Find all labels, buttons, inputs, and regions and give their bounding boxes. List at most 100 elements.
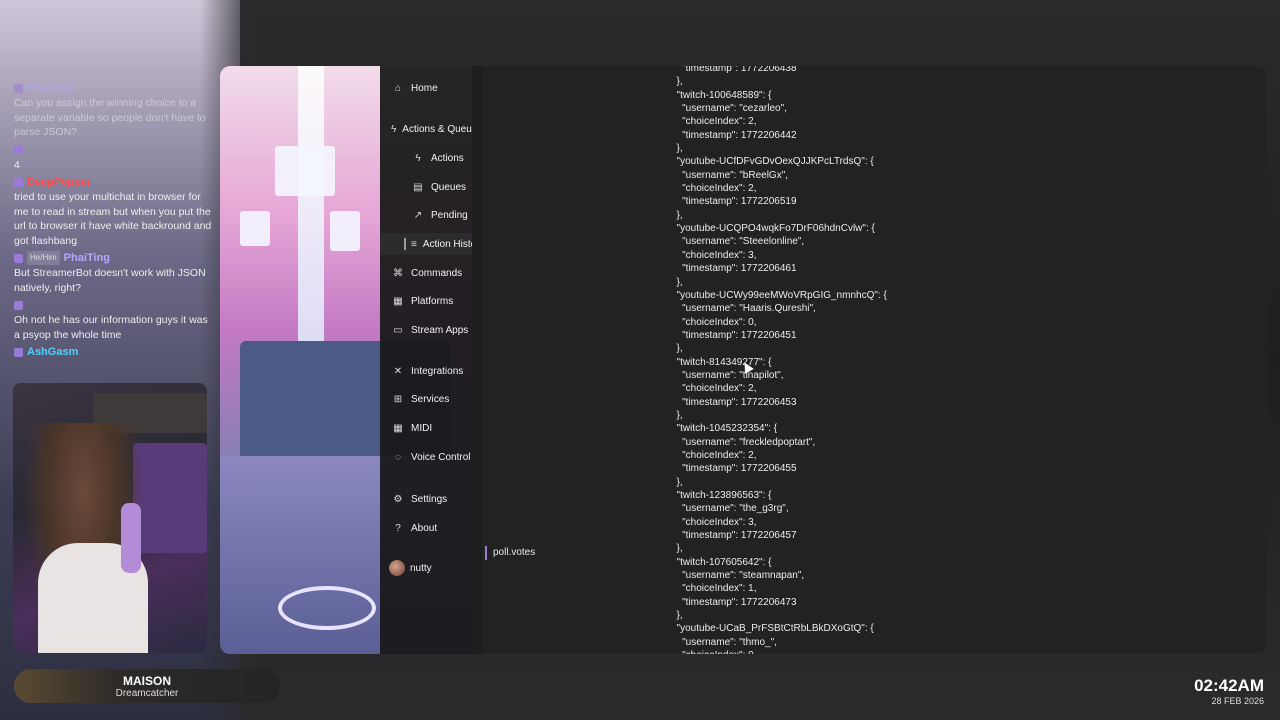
sidebar-item-actions[interactable]: ϟ Actions bbox=[380, 147, 472, 169]
json-line: "choiceIndex": 2, bbox=[671, 116, 757, 128]
json-line: "twitch-1045232354": { bbox=[671, 423, 778, 435]
chat-message-text: Oh not he has our information guys it wa… bbox=[14, 314, 208, 341]
artwork-card bbox=[275, 146, 335, 196]
sidebar-item-settings[interactable]: ⚙ Settings bbox=[380, 488, 472, 510]
json-line: "twitch-814349277": { bbox=[671, 356, 772, 368]
sidebar-item-label: Platforms bbox=[411, 295, 454, 307]
sidebar-item-stream-apps[interactable]: ▭ Stream Apps bbox=[380, 319, 472, 341]
twitch-icon bbox=[14, 177, 23, 187]
json-line: "choiceIndex": 1, bbox=[671, 583, 757, 595]
chat-username: PhaiTing bbox=[63, 251, 110, 264]
json-line: }, bbox=[671, 143, 683, 155]
sidebar-item-pending[interactable]: ↗ Pending bbox=[380, 204, 472, 226]
chat-message-header: PhaiTing bbox=[14, 80, 214, 96]
sidebar-item-label: Integrations bbox=[411, 365, 464, 377]
bolt-icon: ϟ bbox=[415, 152, 421, 164]
json-line: "youtube-UCWy99eeMWoVRpGIG_nmnhcQ": { bbox=[671, 289, 887, 301]
json-line: }, bbox=[671, 476, 683, 488]
settings-icon: ⚙ bbox=[393, 493, 403, 505]
json-line: "choiceIndex": 3, bbox=[671, 516, 757, 528]
json-line: }, bbox=[671, 209, 683, 221]
json-line: "youtube-UCaB_PrFSBtCtRbLBkDXoGtQ": { bbox=[671, 623, 874, 635]
chat-message-header: He/Him PhaiTing bbox=[14, 250, 214, 266]
json-line: "username": "bReelGx", bbox=[671, 169, 789, 181]
clock-date: 28 FEB 2026 bbox=[1211, 696, 1264, 706]
variable-name[interactable]: poll.votes bbox=[485, 546, 535, 560]
sidebar-item-platforms[interactable]: ▦ Platforms bbox=[380, 290, 472, 312]
voice-icon: ◌ bbox=[395, 451, 401, 463]
json-line: "choiceIndex": 0, bbox=[671, 316, 757, 328]
json-line: "username": "steamnapan", bbox=[671, 570, 805, 582]
chat-message-header: DeepPepper bbox=[14, 174, 214, 190]
midi-icon: ▦ bbox=[393, 422, 403, 434]
json-line: }, bbox=[671, 543, 683, 555]
sidebar-item-integrations[interactable]: ✕ Integrations bbox=[380, 360, 472, 382]
json-line: "username": "Steeelonline", bbox=[671, 236, 805, 248]
stream-apps-icon: ▭ bbox=[393, 324, 403, 336]
chat-message: He/Him PhaiTing But StreamerBot doesn't wo… bbox=[14, 250, 214, 295]
chat-message-text: Can you assign the winning choice to a s… bbox=[14, 97, 206, 138]
sidebar-item-label: Settings bbox=[411, 493, 448, 505]
chat-message-text: 4 bbox=[14, 158, 20, 171]
sidebar-item-label: Action History bbox=[422, 238, 472, 250]
json-line: "username": "freckledpoptart", bbox=[671, 436, 816, 448]
webcam-monitor bbox=[133, 443, 207, 553]
chat-overlay: PhaiTing Can you assign the winning choic… bbox=[14, 80, 214, 362]
sidebar-item-queues[interactable]: ▤ Queues bbox=[380, 176, 472, 198]
avatar bbox=[389, 560, 405, 576]
user-profile[interactable]: nutty bbox=[380, 557, 472, 579]
chat-message-header bbox=[14, 297, 214, 313]
sidebar-item-services[interactable]: ⊞ Services bbox=[380, 388, 472, 410]
json-line: "timestamp": 1772206473 bbox=[671, 596, 797, 608]
streamerbot-window: ⌂ Home ϟ Actions & Queues ϟ Actions ▤ Queues ↗ Pe… bbox=[220, 66, 1266, 654]
services-icon: ⊞ bbox=[393, 393, 403, 405]
sidebar-item-actions-queues[interactable]: ϟ Actions & Queues bbox=[380, 118, 472, 140]
sidebar-item-label: Actions bbox=[431, 152, 464, 164]
sidebar-item-label: Services bbox=[411, 393, 450, 405]
json-line: }, bbox=[671, 276, 683, 288]
sidebar-item-commands[interactable]: ⌘ Commands bbox=[380, 262, 472, 284]
chat-message-header bbox=[14, 142, 214, 158]
json-line: "timestamp": 1772206457 bbox=[671, 530, 797, 542]
sidebar-item-label: Queues bbox=[431, 181, 467, 193]
pronoun-badge: He/Him bbox=[27, 250, 60, 266]
chat-message-text: tried to use your multichat in browser f… bbox=[14, 191, 212, 247]
artwork-card bbox=[330, 211, 360, 251]
platforms-icon: ▦ bbox=[393, 295, 403, 307]
json-line: }, bbox=[671, 409, 683, 421]
pending-icon: ↗ bbox=[413, 209, 423, 221]
json-line: "username": "tinapilot", bbox=[671, 369, 784, 381]
variable-json-value[interactable]: "timestamp": 1772206438 }, "twitch-10064… bbox=[671, 66, 887, 654]
sidebar-item-action-history[interactable]: ≡ Action History bbox=[380, 233, 472, 255]
json-line: }, bbox=[671, 343, 683, 355]
sidebar-item-home[interactable]: ⌂ Home bbox=[380, 77, 472, 99]
json-line: "choiceIndex": 2, bbox=[671, 183, 757, 195]
sidebar-nav: ⌂ Home ϟ Actions & Queues ϟ Actions ▤ Queues ↗ Pe… bbox=[380, 66, 472, 654]
json-line: "timestamp": 1772206451 bbox=[671, 329, 797, 341]
webcam-feed bbox=[13, 383, 207, 653]
chat-message: DeepPepper tried to use your multichat in… bbox=[14, 174, 214, 248]
clock-widget: 02:42AM 28 FEB 2026 bbox=[1194, 676, 1264, 706]
json-line: "choiceIndex": 0, bbox=[671, 649, 887, 654]
artwork-card bbox=[240, 211, 270, 246]
chat-message: AshGasm bbox=[14, 344, 214, 360]
json-line: "username": "cezarleo", bbox=[671, 103, 787, 115]
sidebar-item-label: Home bbox=[411, 82, 438, 94]
artwork-logo bbox=[278, 586, 376, 630]
sidebar-item-label: Commands bbox=[411, 267, 463, 279]
sidebar-item-about[interactable]: ? About bbox=[380, 517, 472, 539]
sidebar-item-voice-control[interactable]: ◌ Voice Control bbox=[380, 446, 472, 468]
twitch-icon bbox=[14, 145, 23, 154]
command-icon: ⌘ bbox=[393, 267, 403, 279]
json-line: "username": "thmo_", bbox=[671, 636, 777, 648]
user-name: nutty bbox=[410, 562, 432, 574]
chat-username: DeepPepper bbox=[27, 175, 92, 188]
twitch-icon bbox=[14, 300, 23, 310]
now-playing-artist: Dreamcatcher bbox=[115, 688, 179, 699]
json-line: "twitch-100648589": { bbox=[671, 89, 772, 101]
sidebar-item-midi[interactable]: ▦ MIDI bbox=[380, 417, 472, 439]
webcam-microphone bbox=[121, 503, 141, 573]
json-line: "choiceIndex": 3, bbox=[671, 249, 757, 261]
json-line: }, bbox=[671, 76, 683, 88]
json-line: "choiceIndex": 2, bbox=[671, 449, 757, 461]
